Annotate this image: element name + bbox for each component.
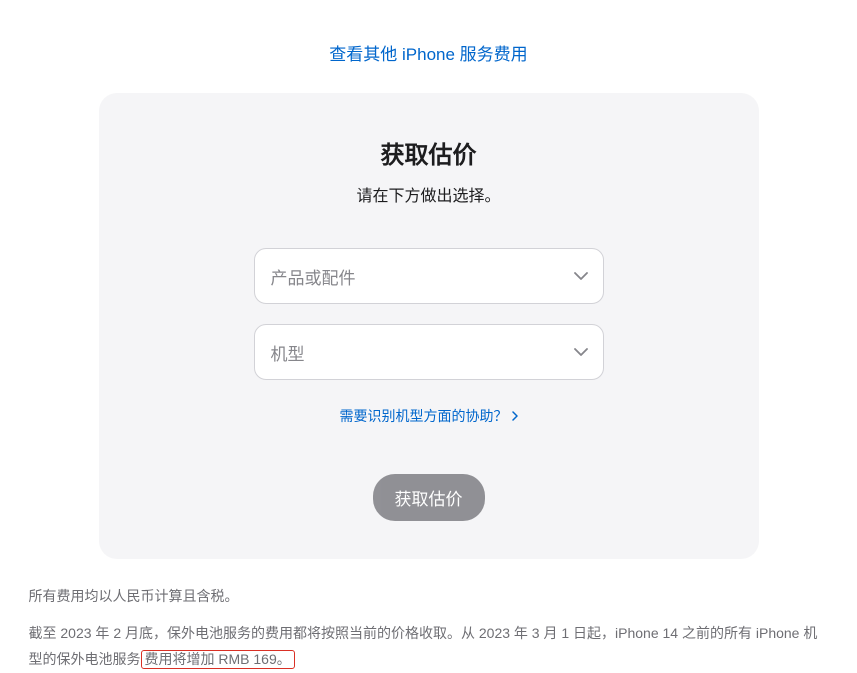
card-subtitle: 请在下方做出选择。 bbox=[119, 182, 739, 206]
help-identify-link[interactable]: 需要识别机型方面的协助？ bbox=[340, 406, 518, 426]
other-service-link[interactable]: 查看其他 iPhone 服务费用 bbox=[329, 45, 527, 64]
card-title: 获取估价 bbox=[119, 135, 739, 170]
footer-notes: 所有费用均以人民币计算且含税。 截至 2023 年 2 月底，保外电池服务的费用… bbox=[19, 583, 839, 673]
chevron-right-icon bbox=[512, 411, 518, 421]
product-select-placeholder: 产品或配件 bbox=[271, 264, 356, 289]
help-link-text: 需要识别机型方面的协助？ bbox=[340, 406, 508, 426]
model-select-wrap: 机型 bbox=[254, 324, 604, 380]
model-select[interactable]: 机型 bbox=[254, 324, 604, 380]
product-select[interactable]: 产品或配件 bbox=[254, 248, 604, 304]
footer-highlight: 费用将增加 RMB 169。 bbox=[141, 650, 295, 669]
model-select-placeholder: 机型 bbox=[271, 340, 305, 365]
footer-line-1: 所有费用均以人民币计算且含税。 bbox=[29, 583, 829, 610]
estimate-card: 获取估价 请在下方做出选择。 产品或配件 机型 需要识别机型方面的协助？ 获取估… bbox=[99, 93, 759, 559]
top-link-container: 查看其他 iPhone 服务费用 bbox=[0, 0, 857, 93]
footer-line-2: 截至 2023 年 2 月底，保外电池服务的费用都将按照当前的价格收取。从 20… bbox=[29, 620, 829, 673]
product-select-wrap: 产品或配件 bbox=[254, 248, 604, 304]
get-estimate-button[interactable]: 获取估价 bbox=[373, 474, 485, 521]
